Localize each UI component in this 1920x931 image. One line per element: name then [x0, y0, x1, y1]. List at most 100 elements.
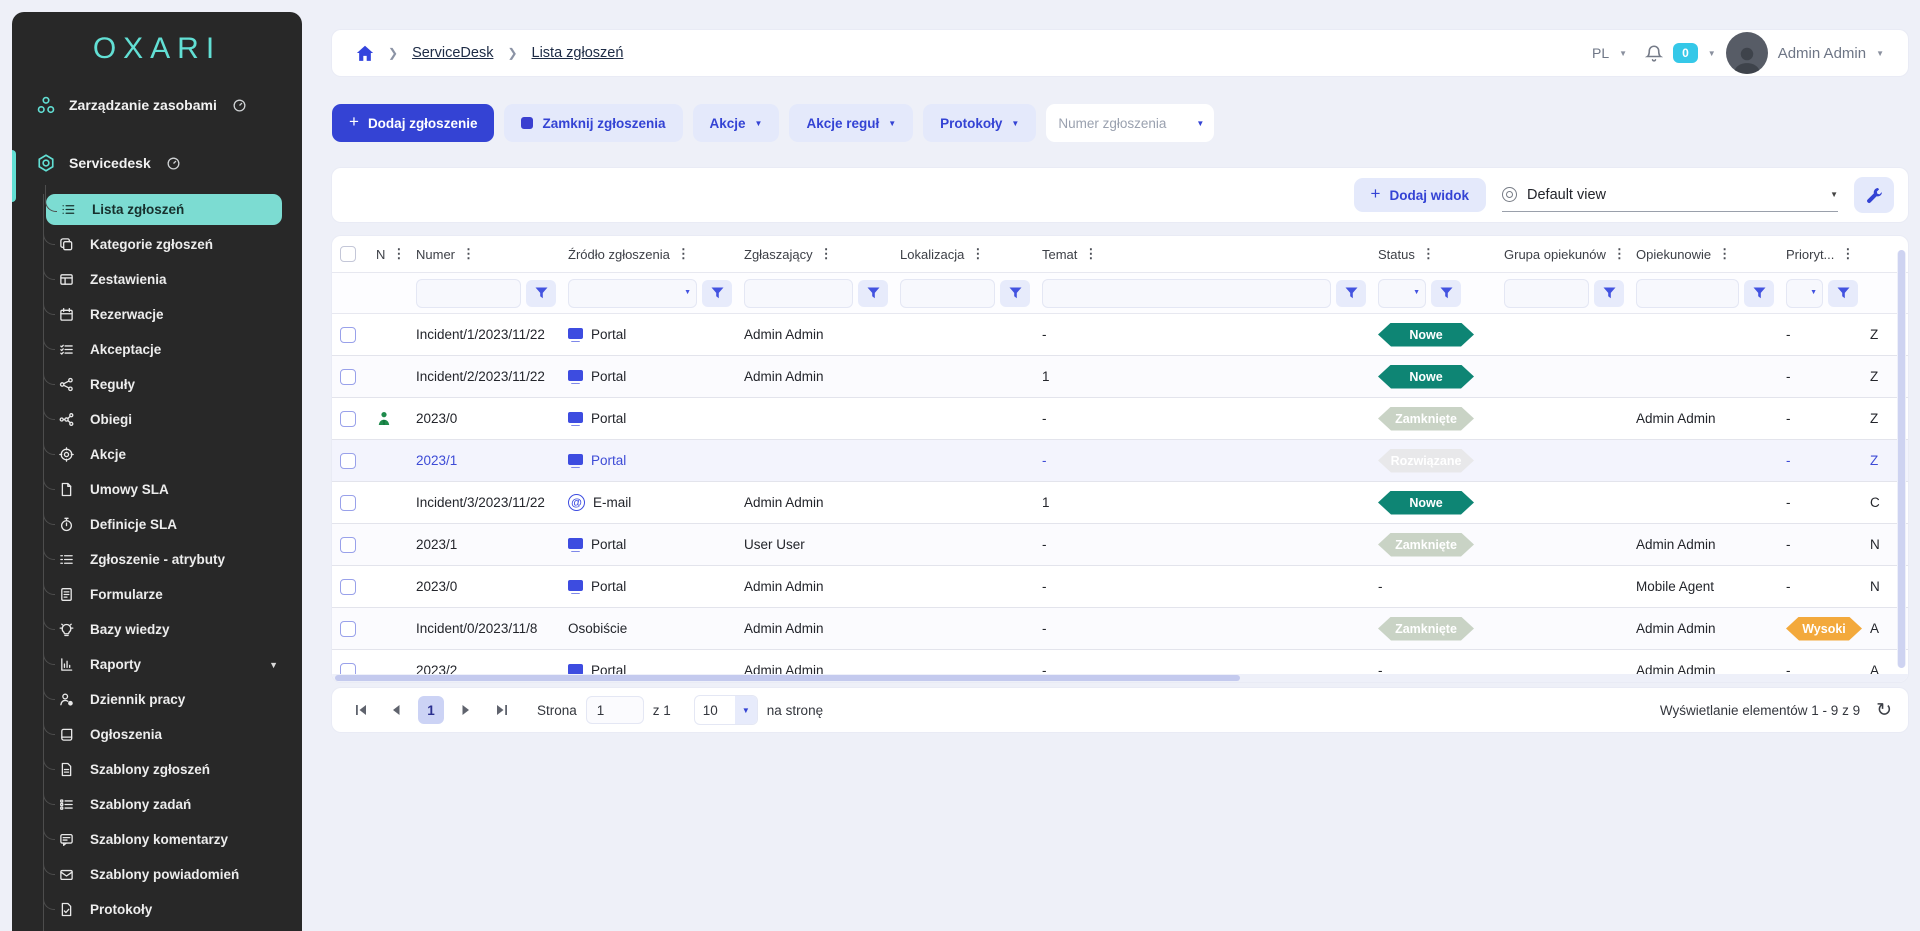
select-all-checkbox[interactable]	[340, 246, 356, 262]
close-tickets-button[interactable]: Zamknij zgłoszenia	[504, 104, 682, 142]
chevron-down-icon[interactable]: ▼	[269, 660, 278, 670]
row-checkbox[interactable]	[340, 537, 356, 553]
bell-icon[interactable]	[1645, 44, 1663, 63]
column-header-status[interactable]: Status⋮	[1370, 246, 1496, 262]
column-menu-kebab-icon[interactable]: ⋮	[1084, 246, 1097, 262]
ticket-number-cell[interactable]: 2023/1	[408, 537, 560, 552]
vertical-scrollbar[interactable]	[1897, 250, 1906, 668]
column-menu-kebab-icon[interactable]: ⋮	[971, 246, 984, 262]
language-selector[interactable]: PL	[1592, 45, 1609, 61]
filter-funnel-button[interactable]	[526, 280, 556, 307]
breadcrumb-link-lista-zgloszen[interactable]: Lista zgłoszeń	[532, 45, 624, 61]
column-header-temat[interactable]: Temat⋮	[1034, 246, 1370, 262]
ticket-number-cell[interactable]: 2023/0	[408, 411, 560, 426]
filter-funnel-button[interactable]	[858, 280, 888, 307]
add-ticket-button[interactable]: + Dodaj zgłoszenie	[332, 104, 494, 142]
sidebar-item-szablony-komentarzy[interactable]: Szablony komentarzy	[44, 822, 292, 857]
column-menu-kebab-icon[interactable]: ⋮	[1613, 246, 1626, 262]
sidebar-item-konfiguracja[interactable]: Konfiguracja	[44, 927, 292, 931]
table-row[interactable]: 2023/1Portal-Rozwiązane-Z	[332, 440, 1908, 482]
column-header-zrodlo[interactable]: Źródło zgłoszenia⋮	[560, 246, 736, 262]
filter-input-lokalizacja[interactable]	[900, 279, 995, 308]
filter-input-status[interactable]: ▼	[1378, 279, 1426, 308]
protocols-dropdown-button[interactable]: Protokoły ▼	[923, 104, 1036, 142]
table-row[interactable]: Incident/1/2023/11/22PortalAdmin Admin-N…	[332, 314, 1908, 356]
sidebar-item-bazy-wiedzy[interactable]: Bazy wiedzy	[44, 612, 292, 647]
column-menu-kebab-icon[interactable]: ⋮	[1718, 246, 1731, 262]
sidebar-item-rezerwacje[interactable]: Rezerwacje	[44, 297, 292, 332]
sidebar-section-servicedesk[interactable]: Servicedesk	[12, 146, 302, 180]
sidebar-section-assets[interactable]: Zarządzanie zasobami	[12, 88, 302, 122]
column-menu-kebab-icon[interactable]: ⋮	[1841, 246, 1854, 262]
avatar[interactable]	[1726, 32, 1768, 74]
previous-page-button[interactable]	[383, 696, 409, 724]
home-icon[interactable]	[356, 45, 374, 62]
sidebar-item-raporty[interactable]: Raporty▼	[44, 647, 292, 682]
sidebar-item-ogłoszenia[interactable]: Ogłoszenia	[44, 717, 292, 752]
sidebar-item-szablony-zadań[interactable]: Szablony zadań	[44, 787, 292, 822]
sidebar-item-formularze[interactable]: Formularze	[44, 577, 292, 612]
dashboard-gauge-icon[interactable]	[232, 98, 247, 113]
filter-funnel-button[interactable]	[1828, 280, 1858, 307]
filter-input-zrodlo[interactable]: ▼	[568, 279, 697, 308]
actions-dropdown-button[interactable]: Akcje ▼	[693, 104, 780, 142]
last-page-button[interactable]	[488, 696, 514, 724]
table-row[interactable]: Incident/0/2023/11/8OsobiścieAdmin Admin…	[332, 608, 1908, 650]
add-view-button[interactable]: + Dodaj widok	[1354, 178, 1486, 212]
table-row[interactable]: 2023/1PortalUser User-ZamknięteAdmin Adm…	[332, 524, 1908, 566]
filter-funnel-button[interactable]	[1000, 280, 1030, 307]
view-select[interactable]: Default view ▼	[1502, 179, 1838, 212]
sidebar-item-szablony-zgłoszeń[interactable]: Szablony zgłoszeń	[44, 752, 292, 787]
notification-count-badge[interactable]: 0	[1673, 43, 1698, 63]
horizontal-scrollbar[interactable]	[332, 674, 1908, 682]
filter-input-zglaszajacy[interactable]	[744, 279, 853, 308]
ticket-number-cell[interactable]: Incident/2/2023/11/22	[408, 369, 560, 384]
sidebar-item-dziennik-pracy[interactable]: Dziennik pracy	[44, 682, 292, 717]
column-header-lokalizacja[interactable]: Lokalizacja⋮	[892, 246, 1034, 262]
grid-settings-button[interactable]	[1854, 177, 1894, 213]
sidebar-item-definicje-sla[interactable]: Definicje SLA	[44, 507, 292, 542]
table-row[interactable]: 2023/0PortalAdmin Admin--Mobile Agent-N	[332, 566, 1908, 608]
filter-input-priorytet[interactable]: ▼	[1786, 279, 1823, 308]
chevron-down-icon[interactable]: ▼	[1196, 119, 1204, 128]
page-number-button[interactable]: 1	[418, 696, 444, 724]
sidebar-item-reguły[interactable]: Reguły	[44, 367, 292, 402]
vertical-scrollbar-thumb[interactable]	[1898, 250, 1905, 668]
sidebar-item-szablony-powiadomień[interactable]: Szablony powiadomień	[44, 857, 292, 892]
column-header-numer[interactable]: Numer⋮	[408, 246, 560, 262]
column-menu-kebab-icon[interactable]: ⋮	[1422, 246, 1435, 262]
column-menu-kebab-icon[interactable]: ⋮	[462, 246, 475, 262]
row-checkbox[interactable]	[340, 579, 356, 595]
ticket-number-cell[interactable]: 2023/0	[408, 579, 560, 594]
column-header-n[interactable]: N⋮	[368, 246, 408, 262]
rule-actions-dropdown-button[interactable]: Akcje reguł ▼	[789, 104, 913, 142]
chevron-down-icon[interactable]: ▼	[1708, 49, 1716, 58]
table-row[interactable]: Incident/2/2023/11/22PortalAdmin Admin1N…	[332, 356, 1908, 398]
column-header-grupa_opiekunow[interactable]: Grupa opiekunów⋮	[1496, 246, 1628, 262]
filter-funnel-button[interactable]	[1431, 280, 1461, 307]
column-header-zglaszajacy[interactable]: Zgłaszający⋮	[736, 246, 892, 262]
filter-funnel-button[interactable]	[702, 280, 732, 307]
column-header-priorytet[interactable]: Prioryt...⋮	[1778, 246, 1862, 262]
dashboard-gauge-icon[interactable]	[166, 156, 181, 171]
row-checkbox[interactable]	[340, 621, 356, 637]
row-checkbox[interactable]	[340, 327, 356, 343]
ticket-number-cell[interactable]: 2023/1	[408, 453, 560, 468]
filter-funnel-button[interactable]	[1744, 280, 1774, 307]
ticket-number-input[interactable]: Numer zgłoszenia ▼	[1046, 104, 1214, 142]
page-size-select[interactable]: 10 ▼	[694, 695, 758, 725]
ticket-number-cell[interactable]: Incident/3/2023/11/22	[408, 495, 560, 510]
first-page-button[interactable]	[348, 696, 374, 724]
column-header-opiekunowie[interactable]: Opiekunowie⋮	[1628, 246, 1778, 262]
filter-input-numer[interactable]	[416, 279, 521, 308]
sidebar-item-zestawienia[interactable]: Zestawienia	[44, 262, 292, 297]
table-row[interactable]: Incident/3/2023/11/22@E-mailAdmin Admin1…	[332, 482, 1908, 524]
row-checkbox[interactable]	[340, 495, 356, 511]
chevron-down-icon[interactable]: ▼	[1876, 49, 1884, 58]
filter-input-opiekunowie[interactable]	[1636, 279, 1739, 308]
row-checkbox[interactable]	[340, 453, 356, 469]
ticket-number-cell[interactable]: Incident/0/2023/11/8	[408, 621, 560, 636]
page-input[interactable]: 1	[586, 696, 644, 724]
sidebar-item-lista-zgłoszeń[interactable]: Lista zgłoszeń	[46, 194, 282, 225]
filter-input-grupa_opiekunow[interactable]	[1504, 279, 1589, 308]
